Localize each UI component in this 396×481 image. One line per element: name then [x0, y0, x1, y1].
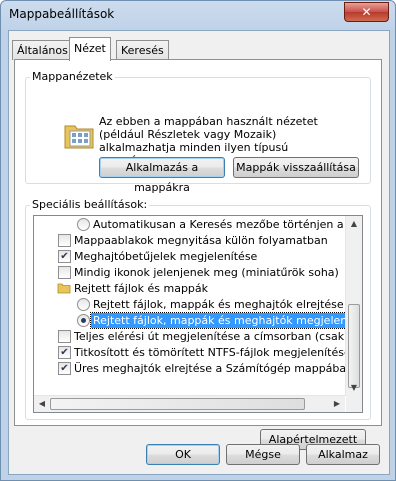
advanced-settings-label: Speciális beállítások: [30, 198, 150, 211]
apply-to-folders-button[interactable]: Alkalmazás a mappákra [99, 157, 225, 194]
cancel-label: Mégse [245, 448, 281, 461]
vertical-scrollbar[interactable]: ▲ ▼ [345, 216, 362, 396]
scroll-right-icon[interactable]: ▶ [329, 396, 345, 412]
checkbox[interactable] [58, 330, 71, 343]
ok-button[interactable]: OK [146, 444, 220, 465]
checkbox[interactable]: ✔ [58, 346, 71, 359]
dialog-body: Általános Nézet Keresés Mappanézetek Az … [8, 30, 390, 475]
apply-button[interactable]: Alkalmaz [306, 444, 380, 465]
tab-view[interactable]: Nézet [69, 37, 111, 61]
checkbox[interactable]: ✔ [58, 250, 71, 263]
folder-view-icon [64, 125, 94, 149]
folder-options-window: Mappabeállítások ✕ Általános Nézet Keres… [0, 0, 396, 481]
vertical-scroll-thumb[interactable] [348, 304, 360, 388]
scroll-down-icon[interactable]: ▼ [346, 380, 362, 396]
close-icon: ✕ [361, 5, 372, 19]
tab-search-label: Keresés [121, 44, 164, 57]
cancel-button[interactable]: Mégse [226, 444, 300, 465]
list-item-label: Üres meghajtók elrejtése a Számítógép ma… [74, 362, 354, 375]
apply-label: Alkalmaz [318, 448, 368, 461]
radio-button[interactable] [77, 298, 90, 311]
scroll-up-icon[interactable]: ▲ [346, 216, 362, 232]
list-item-label: Mappaablakok megnyitása külön folyamatba… [74, 234, 328, 247]
checkbox[interactable] [58, 234, 71, 247]
list-item-label: Teljes elérési út megjelenítése a címsor… [74, 330, 362, 343]
folder-icon [57, 283, 71, 294]
list-item-label: Rejtett fájlok és mappák [74, 282, 209, 295]
tab-general-label: Általános [17, 44, 68, 57]
checkbox[interactable] [58, 266, 71, 279]
list-item-label: Mindig ikonok jelenjenek meg (miniatűrök… [74, 266, 339, 279]
list-item-label: Titkosított és tömörített NTFS-fájlok me… [74, 346, 363, 359]
view-tab-panel: Mappanézetek Az ebben a mappában használ… [14, 59, 382, 450]
reset-folders-button[interactable]: Mappák visszaállítása [233, 157, 359, 178]
tab-view-label: Nézet [74, 42, 106, 55]
scrollbar-corner [346, 396, 362, 412]
advanced-settings-list[interactable]: Automatikusan a Keresés mezőbe történjen… [33, 215, 363, 413]
list-item-label: Rejtett fájlok, mappák és meghajtók elre… [93, 298, 344, 311]
tab-search[interactable]: Keresés [116, 40, 169, 60]
reset-folders-label: Mappák visszaállítása [236, 161, 356, 174]
folder-views-group-label: Mappanézetek [30, 70, 115, 83]
list-item-label: Meghajtóbetűjelek megjelenítése [74, 250, 258, 263]
radio-button[interactable] [77, 218, 90, 231]
title-bar[interactable]: Mappabeállítások ✕ [1, 1, 395, 29]
horizontal-scroll-thumb[interactable] [50, 398, 305, 410]
scroll-left-icon[interactable]: ◀ [34, 396, 50, 412]
list-item-label: Rejtett fájlok, mappák és meghajtók megj… [90, 312, 362, 329]
close-button[interactable]: ✕ [344, 2, 389, 22]
horizontal-scrollbar[interactable]: ◀ ▶ [34, 395, 345, 412]
list-item-label: Automatikusan a Keresés mezőbe történjen… [93, 218, 363, 231]
ok-label: OK [175, 448, 191, 461]
checkbox[interactable]: ✔ [58, 362, 71, 375]
window-title: Mappabeállítások [9, 7, 115, 21]
tab-general[interactable]: Általános [12, 40, 73, 60]
apply-to-folders-label: Alkalmazás a mappákra [125, 161, 199, 194]
radio-button[interactable] [77, 314, 90, 327]
